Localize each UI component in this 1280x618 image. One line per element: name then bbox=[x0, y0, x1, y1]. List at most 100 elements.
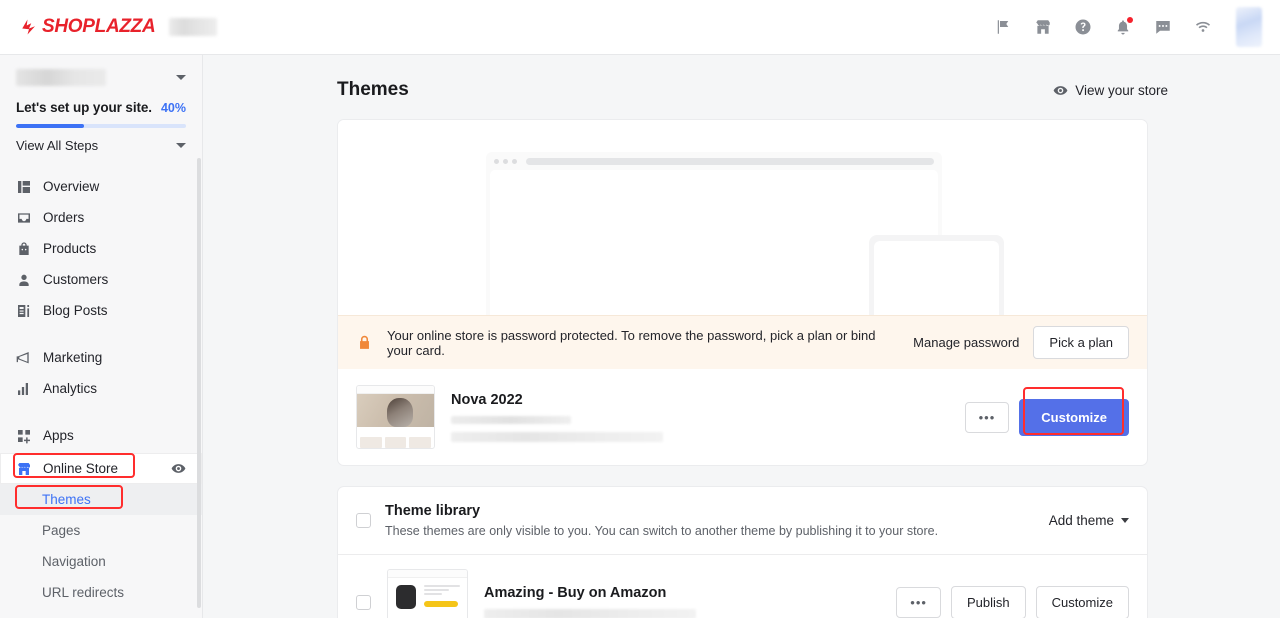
flag-icon[interactable] bbox=[994, 18, 1012, 36]
theme-thumbnail bbox=[387, 569, 468, 618]
notifications-bell-icon[interactable] bbox=[1114, 17, 1133, 36]
sidebar-item-orders[interactable]: Orders bbox=[0, 202, 202, 233]
products-icon bbox=[16, 241, 32, 257]
user-avatar[interactable] bbox=[1236, 7, 1262, 47]
brand-area[interactable]: SHOPLAZZA bbox=[20, 16, 218, 38]
theme-library-card: Theme library These themes are only visi… bbox=[337, 486, 1148, 618]
thumbnail-text-lines bbox=[424, 585, 460, 597]
theme-meta-redacted bbox=[451, 416, 571, 424]
page-title: Themes bbox=[337, 79, 409, 100]
window-dot-icon bbox=[512, 158, 517, 164]
sidebar-item-online-store[interactable]: Online Store bbox=[0, 453, 202, 484]
pick-a-plan-button[interactable]: Pick a plan bbox=[1033, 326, 1129, 359]
window-dot-icon bbox=[503, 158, 508, 164]
preview-store-eye-icon[interactable] bbox=[171, 461, 186, 476]
setup-progress-section: Let's set up your site. 40% bbox=[0, 90, 202, 128]
select-all-themes-checkbox[interactable] bbox=[356, 513, 371, 528]
setup-percent: 40% bbox=[160, 101, 186, 115]
shoplazza-logo[interactable]: SHOPLAZZA bbox=[20, 16, 156, 38]
theme-library-header: Theme library These themes are only visi… bbox=[338, 487, 1147, 554]
thumbnail-text-line bbox=[424, 585, 460, 587]
nav-group-divider bbox=[0, 326, 202, 342]
thumbnail-header bbox=[388, 570, 467, 578]
wifi-icon[interactable] bbox=[1194, 18, 1212, 36]
notification-badge bbox=[1127, 17, 1133, 23]
theme-library-description: These themes are only visible to you. Yo… bbox=[385, 524, 939, 538]
sidebar-item-navigation[interactable]: Navigation bbox=[0, 546, 202, 577]
theme-info: Nova 2022 bbox=[451, 392, 663, 442]
manage-password-link[interactable]: Manage password bbox=[913, 335, 1019, 350]
select-theme-checkbox[interactable] bbox=[356, 594, 371, 610]
store-icon[interactable] bbox=[1034, 18, 1052, 36]
top-bar-icon-group bbox=[994, 7, 1280, 47]
view-all-steps-toggle[interactable]: View All Steps bbox=[0, 128, 202, 153]
sidebar-item-blog-posts[interactable]: Blog Posts bbox=[0, 295, 202, 326]
sidebar-item-label: Online Store bbox=[43, 461, 119, 476]
sidebar-item-marketing[interactable]: Marketing bbox=[0, 342, 202, 373]
current-theme-card: Your online store is password protected.… bbox=[337, 119, 1148, 466]
setup-title: Let's set up your site. bbox=[16, 100, 152, 115]
thumbnail-product bbox=[360, 437, 382, 448]
preview-browser-chrome bbox=[486, 152, 942, 170]
more-options-button[interactable]: ••• bbox=[896, 586, 941, 618]
analytics-icon bbox=[16, 381, 32, 397]
sidebar-scrollbar[interactable] bbox=[197, 158, 201, 608]
sidebar-item-themes[interactable]: Themes bbox=[0, 484, 202, 515]
add-theme-dropdown[interactable]: Add theme bbox=[1049, 513, 1129, 528]
help-icon[interactable] bbox=[1074, 18, 1092, 36]
sidebar-item-url-redirects[interactable]: URL redirects bbox=[0, 577, 202, 608]
more-options-button[interactable]: ••• bbox=[964, 401, 1010, 433]
store-badge-redacted bbox=[169, 18, 218, 36]
thumbnail-model-image bbox=[387, 398, 413, 427]
orders-icon bbox=[16, 210, 32, 226]
sidebar-item-customers[interactable]: Customers bbox=[0, 264, 202, 295]
theme-meta-redacted bbox=[484, 609, 696, 618]
sidebar-item-pages[interactable]: Pages bbox=[0, 515, 202, 546]
sidebar-subitem-label: Pages bbox=[42, 523, 81, 538]
sidebar-item-label: Customers bbox=[43, 272, 109, 287]
chevron-down-icon bbox=[176, 75, 186, 80]
customize-button[interactable]: Customize bbox=[1019, 398, 1129, 436]
view-your-store-link[interactable]: View your store bbox=[1053, 83, 1168, 98]
customize-button[interactable]: Customize bbox=[1035, 585, 1129, 618]
thumbnail-hero bbox=[357, 394, 434, 427]
messages-icon[interactable] bbox=[1154, 18, 1172, 36]
add-theme-label: Add theme bbox=[1048, 513, 1114, 528]
thumbnail-text-line bbox=[424, 593, 442, 595]
customers-icon bbox=[16, 272, 32, 288]
publish-button[interactable]: Publish bbox=[950, 585, 1026, 618]
chevron-down-icon bbox=[176, 143, 186, 148]
page-header: Themes View your store bbox=[204, 55, 1280, 101]
banner-message: Your online store is password protected.… bbox=[387, 327, 876, 358]
shoplazza-mark-icon bbox=[20, 18, 38, 36]
theme-library-texts: Theme library These themes are only visi… bbox=[385, 503, 938, 538]
theme-name: Nova 2022 bbox=[451, 392, 523, 408]
lock-icon bbox=[356, 333, 373, 352]
sidebar-item-label: Analytics bbox=[43, 381, 98, 396]
theme-thumbnail bbox=[356, 385, 435, 449]
store-name-redacted bbox=[16, 69, 106, 86]
library-theme-actions: ••• Publish Customize bbox=[896, 585, 1129, 618]
thumbnail-text-line bbox=[424, 589, 450, 591]
nav-group-divider bbox=[0, 404, 202, 420]
sidebar-item-products[interactable]: Products bbox=[0, 233, 202, 264]
sidebar: Let's set up your site. 40% View All Ste… bbox=[0, 55, 203, 618]
top-navigation-bar: SHOPLAZZA bbox=[0, 0, 1280, 55]
view-your-store-label: View your store bbox=[1075, 82, 1168, 98]
sidebar-item-label: Orders bbox=[43, 210, 85, 225]
sidebar-item-analytics[interactable]: Analytics bbox=[0, 373, 202, 404]
sidebar-subitem-label: Themes bbox=[42, 492, 91, 507]
shoplazza-admin-app: SHOPLAZZA Let's set up your site. 40% Vi… bbox=[0, 0, 1280, 618]
sidebar-item-overview[interactable]: Overview bbox=[0, 171, 202, 202]
sidebar-item-apps[interactable]: Apps bbox=[0, 420, 202, 451]
sidebar-item-label: Products bbox=[43, 241, 97, 256]
sidebar-item-label: Blog Posts bbox=[43, 303, 108, 318]
theme-info: Amazing - Buy on Amazon bbox=[484, 585, 696, 618]
theme-name: Amazing - Buy on Amazon bbox=[484, 585, 667, 601]
sidebar-item-label: Overview bbox=[43, 179, 100, 194]
store-switcher[interactable] bbox=[0, 55, 202, 90]
online-store-icon bbox=[16, 461, 32, 477]
window-dot-icon bbox=[494, 158, 499, 164]
main-content: Themes View your store Your online store… bbox=[204, 55, 1280, 618]
sidebar-nav: Overview Orders Products Customers Blog … bbox=[0, 171, 202, 608]
